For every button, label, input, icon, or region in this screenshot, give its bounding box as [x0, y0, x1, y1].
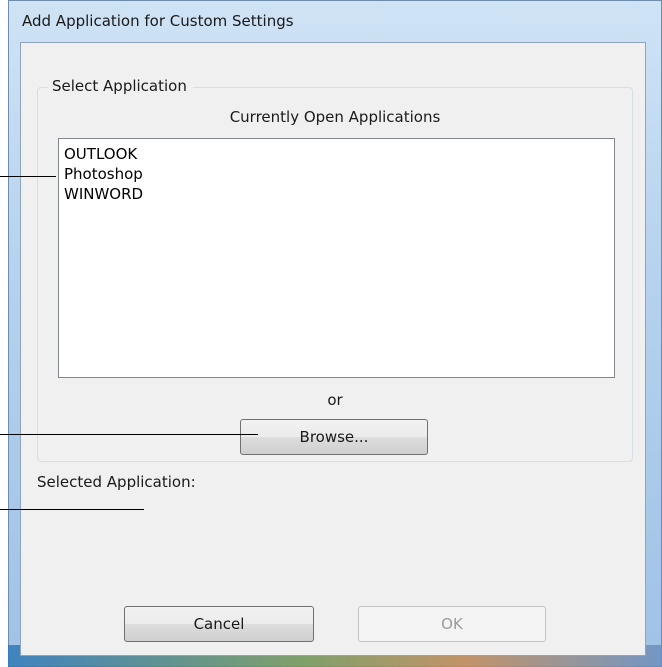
- selected-application-label: Selected Application:: [37, 473, 196, 491]
- list-item-winword[interactable]: WINWORD: [64, 184, 614, 204]
- dialog-client-area: Select Application Currently Open Applic…: [20, 42, 646, 656]
- window-title: Add Application for Custom Settings: [22, 12, 294, 30]
- cancel-button[interactable]: Cancel: [124, 606, 314, 642]
- callout-line-browse: [0, 434, 258, 435]
- list-item-photoshop[interactable]: Photoshop: [64, 164, 614, 184]
- ok-button[interactable]: OK: [358, 606, 546, 642]
- select-application-group: Select Application Currently Open Applic…: [37, 77, 633, 462]
- callout-line-selected: [0, 509, 144, 510]
- open-applications-list[interactable]: OUTLOOK Photoshop WINWORD: [58, 138, 615, 378]
- list-caption: Currently Open Applications: [229, 108, 441, 126]
- list-item-outlook[interactable]: OUTLOOK: [64, 144, 614, 164]
- title-bar[interactable]: Add Application for Custom Settings: [10, 2, 650, 40]
- group-legend: Select Application: [48, 77, 193, 95]
- browse-button[interactable]: Browse...: [240, 419, 428, 455]
- callout-line-list: [0, 176, 56, 177]
- or-separator-text: or: [327, 391, 343, 409]
